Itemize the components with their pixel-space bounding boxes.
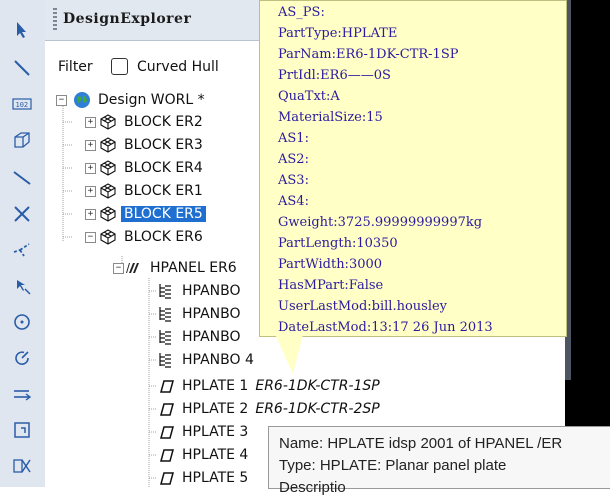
plate-icon xyxy=(160,403,174,416)
hierarchy-icon xyxy=(159,330,171,345)
tree-node-label: HPANEL ER6 xyxy=(150,260,237,276)
tree-node-block[interactable]: BLOCK ER1 xyxy=(99,181,206,201)
hierarchy-icon xyxy=(159,353,171,368)
tooltip-line: AS1: xyxy=(278,131,309,146)
tree-node-label: HPLATE 2 xyxy=(182,401,249,417)
tree-node-block[interactable]: BLOCK ER6 xyxy=(99,227,206,247)
tree-node-label: BLOCK ER6 xyxy=(124,229,203,245)
expand-toggle[interactable]: + xyxy=(85,117,96,128)
tree-node-label: BLOCK ER4 xyxy=(124,160,203,176)
numeric-icon[interactable]: 102 xyxy=(4,86,40,122)
tree-node-label: HPANBO xyxy=(182,329,241,345)
tree-node-label: BLOCK ER3 xyxy=(124,137,203,153)
tree-node-hplate[interactable]: HPLATE 3 xyxy=(157,422,251,442)
expand-toggle[interactable]: + xyxy=(85,140,96,151)
tree-node-label: HPLATE 4 xyxy=(182,447,249,463)
tooltip-line: ParNam:ER6-1DK-CTR-1SP xyxy=(278,47,459,62)
circle-icon[interactable] xyxy=(4,304,40,340)
tree-node-label: HPANBO xyxy=(182,283,241,299)
tree-node-description: ER6-1DK-CTR-2SP xyxy=(255,401,380,417)
attribute-tooltip: AS_PS: PartType:HPLATE ParNam:ER6-1DK-CT… xyxy=(259,0,567,337)
plate-icon xyxy=(160,472,174,485)
branch-icon[interactable] xyxy=(4,232,40,268)
expand-toggle[interactable]: + xyxy=(85,163,96,174)
block-icon xyxy=(100,229,116,245)
viewport-background xyxy=(565,0,610,487)
tree-node-hpanbo[interactable]: HPANBO xyxy=(157,304,244,324)
tooltip-line: HasMPart:False xyxy=(278,278,384,293)
hpanel-icon xyxy=(126,263,139,273)
tooltip-line: PartType:HPLATE xyxy=(278,26,398,41)
expand-toggle[interactable]: + xyxy=(85,209,96,220)
tooltip-line: AS4: xyxy=(278,194,309,209)
frame-icon[interactable] xyxy=(4,412,40,448)
hover-name-line: Name: HPLATE idsp 2001 of HPANEL /ER xyxy=(279,435,563,452)
tree-node-hplate[interactable]: HPLATE 2 ER6-1DK-CTR-2SP xyxy=(157,399,380,419)
tree-node-label: HPLATE 3 xyxy=(182,424,249,440)
tree-node-block[interactable]: BLOCK ER3 xyxy=(99,135,206,155)
tooltip-line: AS3: xyxy=(278,173,309,188)
block-icon xyxy=(100,206,116,222)
hover-description-line: Descriptio xyxy=(279,479,346,496)
line-tool-icon[interactable] xyxy=(4,50,40,86)
hover-info-tooltip: Name: HPLATE idsp 2001 of HPANEL /ER Typ… xyxy=(268,426,610,496)
tooltip-line: MaterialSize:15 xyxy=(278,110,383,125)
tree-root-node[interactable]: Design WORL * xyxy=(73,90,208,110)
tooltip-line: QuaTxt:A xyxy=(278,89,340,104)
diagonal-line-icon[interactable] xyxy=(4,160,40,196)
hover-type-line: Type: HPLATE: Planar panel plate xyxy=(279,457,507,474)
tree-node-panel[interactable]: HPANEL ER6 xyxy=(125,258,240,278)
tooltip-line: UserLastMod:bill.housley xyxy=(278,299,448,314)
globe-icon xyxy=(74,92,90,108)
block-icon xyxy=(100,183,116,199)
tooltip-line: DateLastMod:13:17 26 Jun 2013 xyxy=(278,320,493,335)
grid-cross-icon[interactable] xyxy=(4,448,40,484)
box-3d-icon[interactable] xyxy=(4,122,40,158)
tree-node-block[interactable]: BLOCK ER2 xyxy=(99,112,206,132)
svg-text:102: 102 xyxy=(16,101,29,109)
block-icon xyxy=(100,114,116,130)
tree-node-label: BLOCK ER5 xyxy=(121,206,206,222)
hierarchy-icon xyxy=(159,284,171,299)
tree-node-hpanbo[interactable]: HPANBO xyxy=(157,281,244,301)
tooltip-line: AS_PS: xyxy=(278,5,325,20)
plate-icon xyxy=(160,449,174,462)
plate-icon xyxy=(160,380,174,393)
plate-icon xyxy=(160,426,174,439)
block-icon xyxy=(100,137,116,153)
tree-node-hplate[interactable]: HPLATE 1 ER6-1DK-CTR-1SP xyxy=(157,376,380,396)
collapse-toggle[interactable]: − xyxy=(56,95,67,106)
tree-node-label: BLOCK ER1 xyxy=(124,183,203,199)
tree-node-label: BLOCK ER2 xyxy=(124,114,203,130)
left-toolbar: 102 xyxy=(0,0,46,487)
tree-node-description: ER6-1DK-CTR-1SP xyxy=(255,378,380,394)
pointer-select-icon[interactable] xyxy=(4,268,40,304)
tooltip-line: AS2: xyxy=(278,152,309,167)
hierarchy-icon xyxy=(159,307,171,322)
tooltip-pointer xyxy=(275,334,303,374)
tooltip-line: PartWidth:3000 xyxy=(278,257,383,272)
tree-node-hpanbo[interactable]: HPANBO 4 xyxy=(157,350,257,370)
cross-icon[interactable] xyxy=(4,196,40,232)
tree-node-block-selected[interactable]: BLOCK ER5 xyxy=(99,204,206,224)
parallel-arrows-icon[interactable] xyxy=(4,376,40,412)
tooltip-line: PrtIdl:ER6——0S xyxy=(278,68,391,83)
tree-node-block[interactable]: BLOCK ER4 xyxy=(99,158,206,178)
tree-node-label: HPANBO xyxy=(182,306,241,322)
collapse-toggle[interactable]: − xyxy=(85,232,96,243)
collapse-toggle[interactable]: − xyxy=(113,263,124,274)
tree-node-hplate[interactable]: HPLATE 4 xyxy=(157,445,251,465)
tree-node-label: HPLATE 1 xyxy=(182,378,249,394)
block-icon xyxy=(100,160,116,176)
tree-node-label: Design WORL * xyxy=(98,92,205,108)
tooltip-line: Gweight:3725.99999999997kg xyxy=(278,215,483,230)
tree-node-hpanbo[interactable]: HPANBO xyxy=(157,327,244,347)
tooltip-line: PartLength:10350 xyxy=(278,236,398,251)
rotate-icon[interactable] xyxy=(4,340,40,376)
select-arrow-icon[interactable] xyxy=(4,12,40,48)
tree-node-label: HPLATE 5 xyxy=(182,470,249,486)
tree-node-hplate[interactable]: HPLATE 5 xyxy=(157,468,251,488)
expand-toggle[interactable]: + xyxy=(85,186,96,197)
tree-node-label: HPANBO 4 xyxy=(182,352,254,368)
